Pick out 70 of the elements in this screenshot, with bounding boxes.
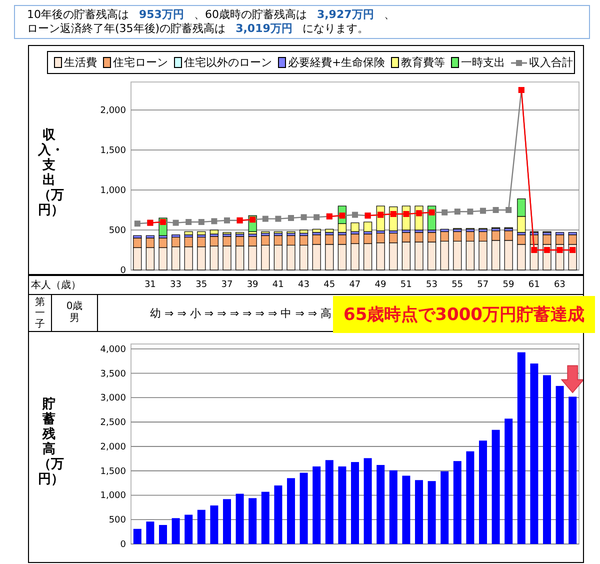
callout-banner: 65歳時点で3000万円貯蓄達成: [333, 296, 595, 333]
y-tick-label: 1,000: [100, 491, 126, 502]
point: [262, 216, 268, 222]
y-tick-label: 4,000: [100, 344, 126, 355]
summary-text: になります。: [302, 22, 368, 36]
age-label: 39: [246, 280, 260, 290]
point: [300, 214, 307, 220]
point: [172, 220, 179, 226]
y-tick-label: 500: [108, 226, 126, 236]
y-tick-label: 2,500: [100, 418, 126, 428]
point: [288, 215, 294, 221]
legend-label: 教育費等: [401, 55, 446, 70]
age-label: 31: [143, 280, 157, 290]
point: [492, 207, 499, 213]
legend-label: 収入合計: [529, 55, 574, 70]
y-tick-label: 3,000: [100, 394, 126, 404]
age-label: 51: [399, 280, 413, 290]
point: [211, 218, 218, 224]
point: [454, 208, 460, 215]
age-label: 41: [271, 280, 285, 290]
age-label: 61: [527, 280, 541, 290]
point: [352, 212, 358, 218]
point: [506, 207, 512, 213]
summary-text: ローン返済終了年(35年後)の貯蓄残高は: [27, 22, 226, 36]
y-tick-label: 1,000: [100, 186, 126, 196]
amount-value: 3,927万円: [316, 8, 374, 22]
age-label: 45: [322, 280, 336, 290]
point: [314, 214, 320, 220]
point: [467, 208, 474, 215]
row-label: 第一子: [35, 296, 45, 330]
point: [442, 209, 448, 216]
age-label: 37: [220, 280, 234, 290]
age-label: 35: [194, 280, 208, 290]
age-label: 43: [297, 280, 310, 290]
legend-label: 住宅以外のローン: [184, 55, 272, 70]
legend-label: 生活費: [64, 55, 97, 70]
y-tick-label: 0: [120, 266, 126, 274]
y-tick-label: 2,000: [100, 106, 126, 116]
summary-text: 、60歳時の貯蓄残高は: [194, 8, 307, 22]
age-label: 47: [348, 280, 362, 290]
row-label: 本人（歳）: [31, 278, 81, 292]
school-stages: 幼 ⇒ ⇒ 小 ⇒ ⇒ ⇒ ⇒ ⇒ ⇒ 中 ⇒ ⇒ 高: [150, 306, 332, 320]
age-label: 49: [374, 280, 388, 290]
summary-text: 、: [384, 8, 395, 22]
y-tick-label: 500: [108, 516, 126, 526]
age-label: 33: [169, 280, 182, 290]
y-tick-label: 3,500: [100, 369, 126, 380]
legend-label: 一時支出: [461, 55, 506, 70]
amount-value: 3,019万円: [236, 22, 292, 36]
legend-label: 住宅ローン: [113, 55, 168, 70]
age-label: 57: [476, 280, 490, 290]
age-label: 63: [552, 280, 566, 290]
child-info: 0歳: [66, 301, 83, 313]
point: [134, 220, 140, 227]
point: [480, 208, 486, 214]
point: [186, 219, 192, 225]
child-info: 男: [70, 313, 80, 325]
y-tick-label: 1,500: [100, 466, 126, 477]
point: [275, 216, 282, 222]
y-tick-label: 1,500: [100, 146, 126, 156]
age-label: 59: [502, 280, 516, 290]
point: [224, 217, 230, 224]
legend-label: 必要経費+生命保険: [288, 55, 386, 70]
age-label: 55: [450, 280, 464, 290]
y-tick-label: 2,000: [100, 442, 126, 452]
summary-text: 10年後の貯蓄残高は: [27, 8, 129, 22]
age-label: 53: [424, 280, 438, 290]
point: [198, 219, 204, 225]
y-tick-label: 0: [120, 540, 126, 550]
amount-value: 953万円: [139, 8, 184, 22]
